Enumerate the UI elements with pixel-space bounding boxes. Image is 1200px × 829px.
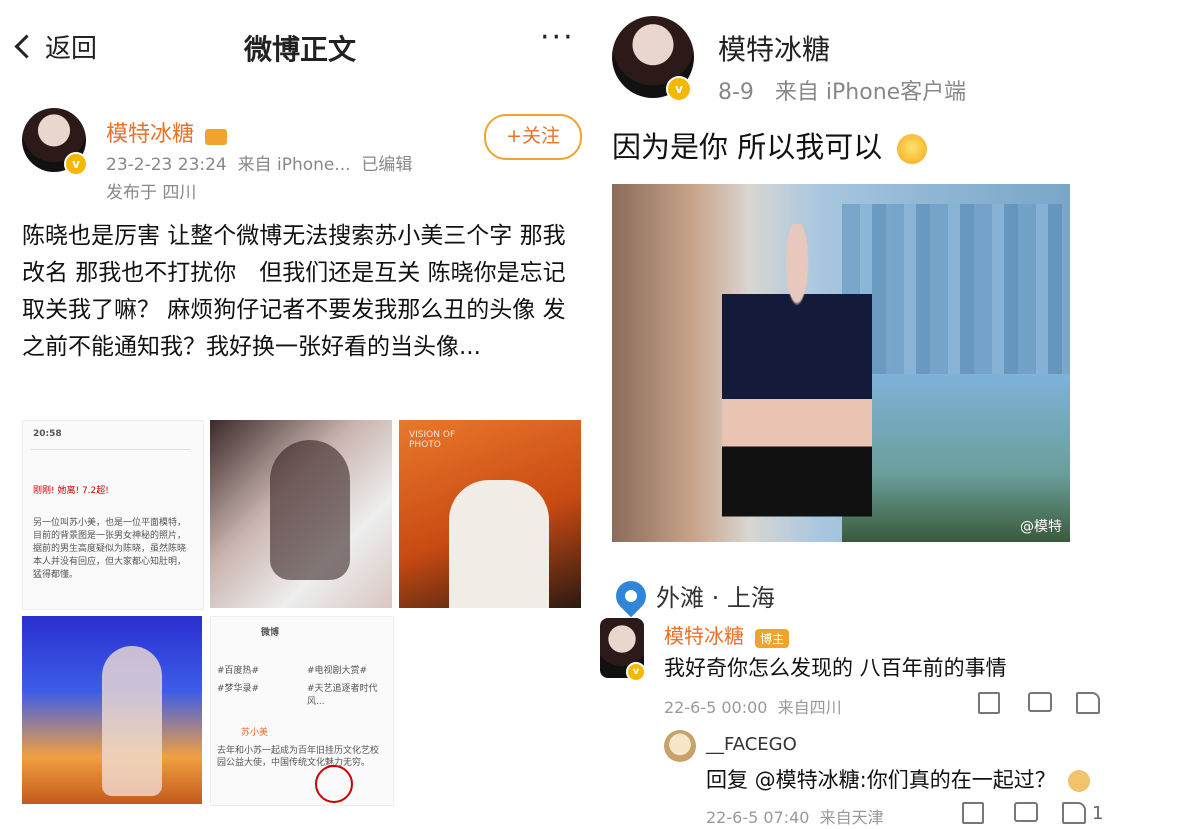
right-screenshot: v 模特冰糖 8-9 来自 iPhone客户端 因为是你 所以我可以 @模特 外… bbox=[600, 0, 1200, 828]
author-name[interactable]: 模特冰糖 bbox=[718, 28, 830, 68]
comment-text: 我好奇你怎么发现的 八百年前的事情 bbox=[664, 656, 1007, 680]
image-thumbnail-3[interactable]: VISION OF PHOTO bbox=[399, 420, 581, 608]
thumb-tag: #电视剧大赏# bbox=[307, 666, 368, 676]
reply-date: 22-6-5 07:40 bbox=[706, 808, 810, 827]
edited-label[interactable]: 已编辑 bbox=[361, 155, 412, 175]
page-title: 微博正文 bbox=[243, 33, 356, 66]
thumb-body: 另一位叫苏小美，也是一位平面模特，目前的背景图是一张男女神秘的照片，据前的男生高… bbox=[33, 518, 187, 580]
post-meta: 8-9 来自 iPhone客户端 bbox=[718, 74, 966, 106]
comment-icon[interactable] bbox=[1014, 802, 1038, 827]
more-options-icon[interactable]: ··· bbox=[540, 20, 575, 55]
image-thumbnail-1[interactable]: 20:58 刚刚! 她离! 7.2超! 另一位叫苏小美，也是一位平面模特，目前的… bbox=[22, 420, 204, 610]
post-source: 来自 iPhone客户端 bbox=[774, 80, 967, 105]
share-icon[interactable] bbox=[962, 802, 984, 829]
post-text-row: 因为是你 所以我可以 bbox=[612, 124, 928, 166]
like-count: 1 bbox=[1092, 802, 1104, 824]
highlight-circle bbox=[315, 765, 353, 803]
author-name-row: 模特冰糖 bbox=[106, 116, 228, 148]
portrait-shape bbox=[449, 480, 549, 608]
post-source: 来自 iPhone... bbox=[237, 155, 351, 175]
verified-icon: v bbox=[666, 76, 692, 102]
verified-icon: v bbox=[626, 662, 646, 682]
reply-text-row: 回复 @模特冰糖:你们真的在一起过？ bbox=[706, 764, 1091, 794]
comment-author-row: 模特冰糖 博主 bbox=[664, 620, 790, 649]
author-name[interactable]: 模特冰糖 bbox=[106, 122, 194, 147]
image-thumbnail-2[interactable] bbox=[210, 420, 392, 608]
portrait-shape bbox=[102, 646, 162, 796]
smile-emoji-icon bbox=[897, 134, 928, 164]
thumb-tab: 微博 bbox=[261, 628, 280, 638]
crown-icon bbox=[205, 128, 228, 145]
doge-emoji-icon bbox=[1068, 770, 1091, 792]
location-tag[interactable]: 外滩 · 上海 bbox=[609, 574, 775, 617]
reply-source: 来自天津 bbox=[819, 808, 884, 827]
like-button[interactable]: 1 bbox=[1062, 802, 1103, 824]
thumb-tag: #百度热# bbox=[217, 666, 260, 676]
thumb-user: 苏小美 bbox=[241, 728, 269, 738]
post-photo[interactable]: @模特 bbox=[612, 184, 1070, 542]
left-screenshot: 返回 微博正文 ··· v 模特冰糖 23-2-23 23:24 来自 iPho… bbox=[0, 0, 600, 828]
verified-icon: v bbox=[64, 152, 88, 176]
thumb-caption: VISION OF PHOTO bbox=[409, 430, 456, 450]
portrait-shape bbox=[270, 440, 350, 580]
reply-meta: 22-6-5 07:40 来自天津 bbox=[706, 804, 884, 828]
thumb-body: 去年和小苏一起成为百年旧挂历文化艺校园公益大使，中国传统文化魅力无穷。 bbox=[217, 746, 380, 768]
image-thumbnail-4[interactable] bbox=[22, 616, 202, 804]
like-icon[interactable] bbox=[1076, 692, 1100, 719]
post-date: 23-2-23 23:24 bbox=[106, 155, 227, 175]
image-thumbnail-5[interactable]: 微博 #百度热# #电视剧大赏# #梦华录# #天艺追逐者时代风... 苏小美 … bbox=[210, 616, 394, 806]
model-figure bbox=[722, 224, 872, 542]
status-time: 20:58 bbox=[33, 429, 62, 439]
reply-text: 回复 @模特冰糖:你们真的在一起过？ bbox=[706, 768, 1056, 792]
post-date: 8-9 bbox=[718, 80, 754, 105]
photo-watermark: @模特 bbox=[1020, 519, 1062, 535]
divider bbox=[31, 449, 191, 450]
thumb-tag: #梦华录# bbox=[217, 684, 260, 694]
reply-author[interactable]: __FACEGO bbox=[706, 734, 797, 755]
post-location: 发布于 四川 bbox=[106, 183, 197, 203]
comment-author[interactable]: 模特冰糖 bbox=[664, 624, 744, 648]
thumb-tag: #天艺追逐者时代风... bbox=[307, 684, 378, 707]
comment-meta: 22-6-5 00:00 来自四川 bbox=[664, 694, 842, 718]
comment-icon[interactable] bbox=[1028, 692, 1052, 717]
follow-button[interactable]: +关注 bbox=[484, 114, 582, 160]
share-icon[interactable] bbox=[978, 692, 1000, 719]
author-badge: 博主 bbox=[755, 629, 790, 648]
comment-date: 22-6-5 00:00 bbox=[664, 698, 768, 717]
post-text: 陈晓也是厉害 让整个微博无法搜索苏小美三个字 那我改名 那我也不打扰你 但我们还… bbox=[22, 223, 566, 360]
reply-avatar[interactable] bbox=[664, 730, 696, 762]
post-meta: 23-2-23 23:24 来自 iPhone... 已编辑 bbox=[106, 150, 412, 175]
location-label: 外滩 · 上海 bbox=[656, 584, 775, 612]
comment-source: 来自四川 bbox=[777, 698, 842, 717]
like-icon bbox=[1062, 802, 1086, 824]
location-pin-icon bbox=[609, 574, 653, 617]
post-text: 因为是你 所以我可以 bbox=[612, 130, 883, 164]
headline: 刚刚! 她离! 7.2超! bbox=[33, 486, 109, 496]
